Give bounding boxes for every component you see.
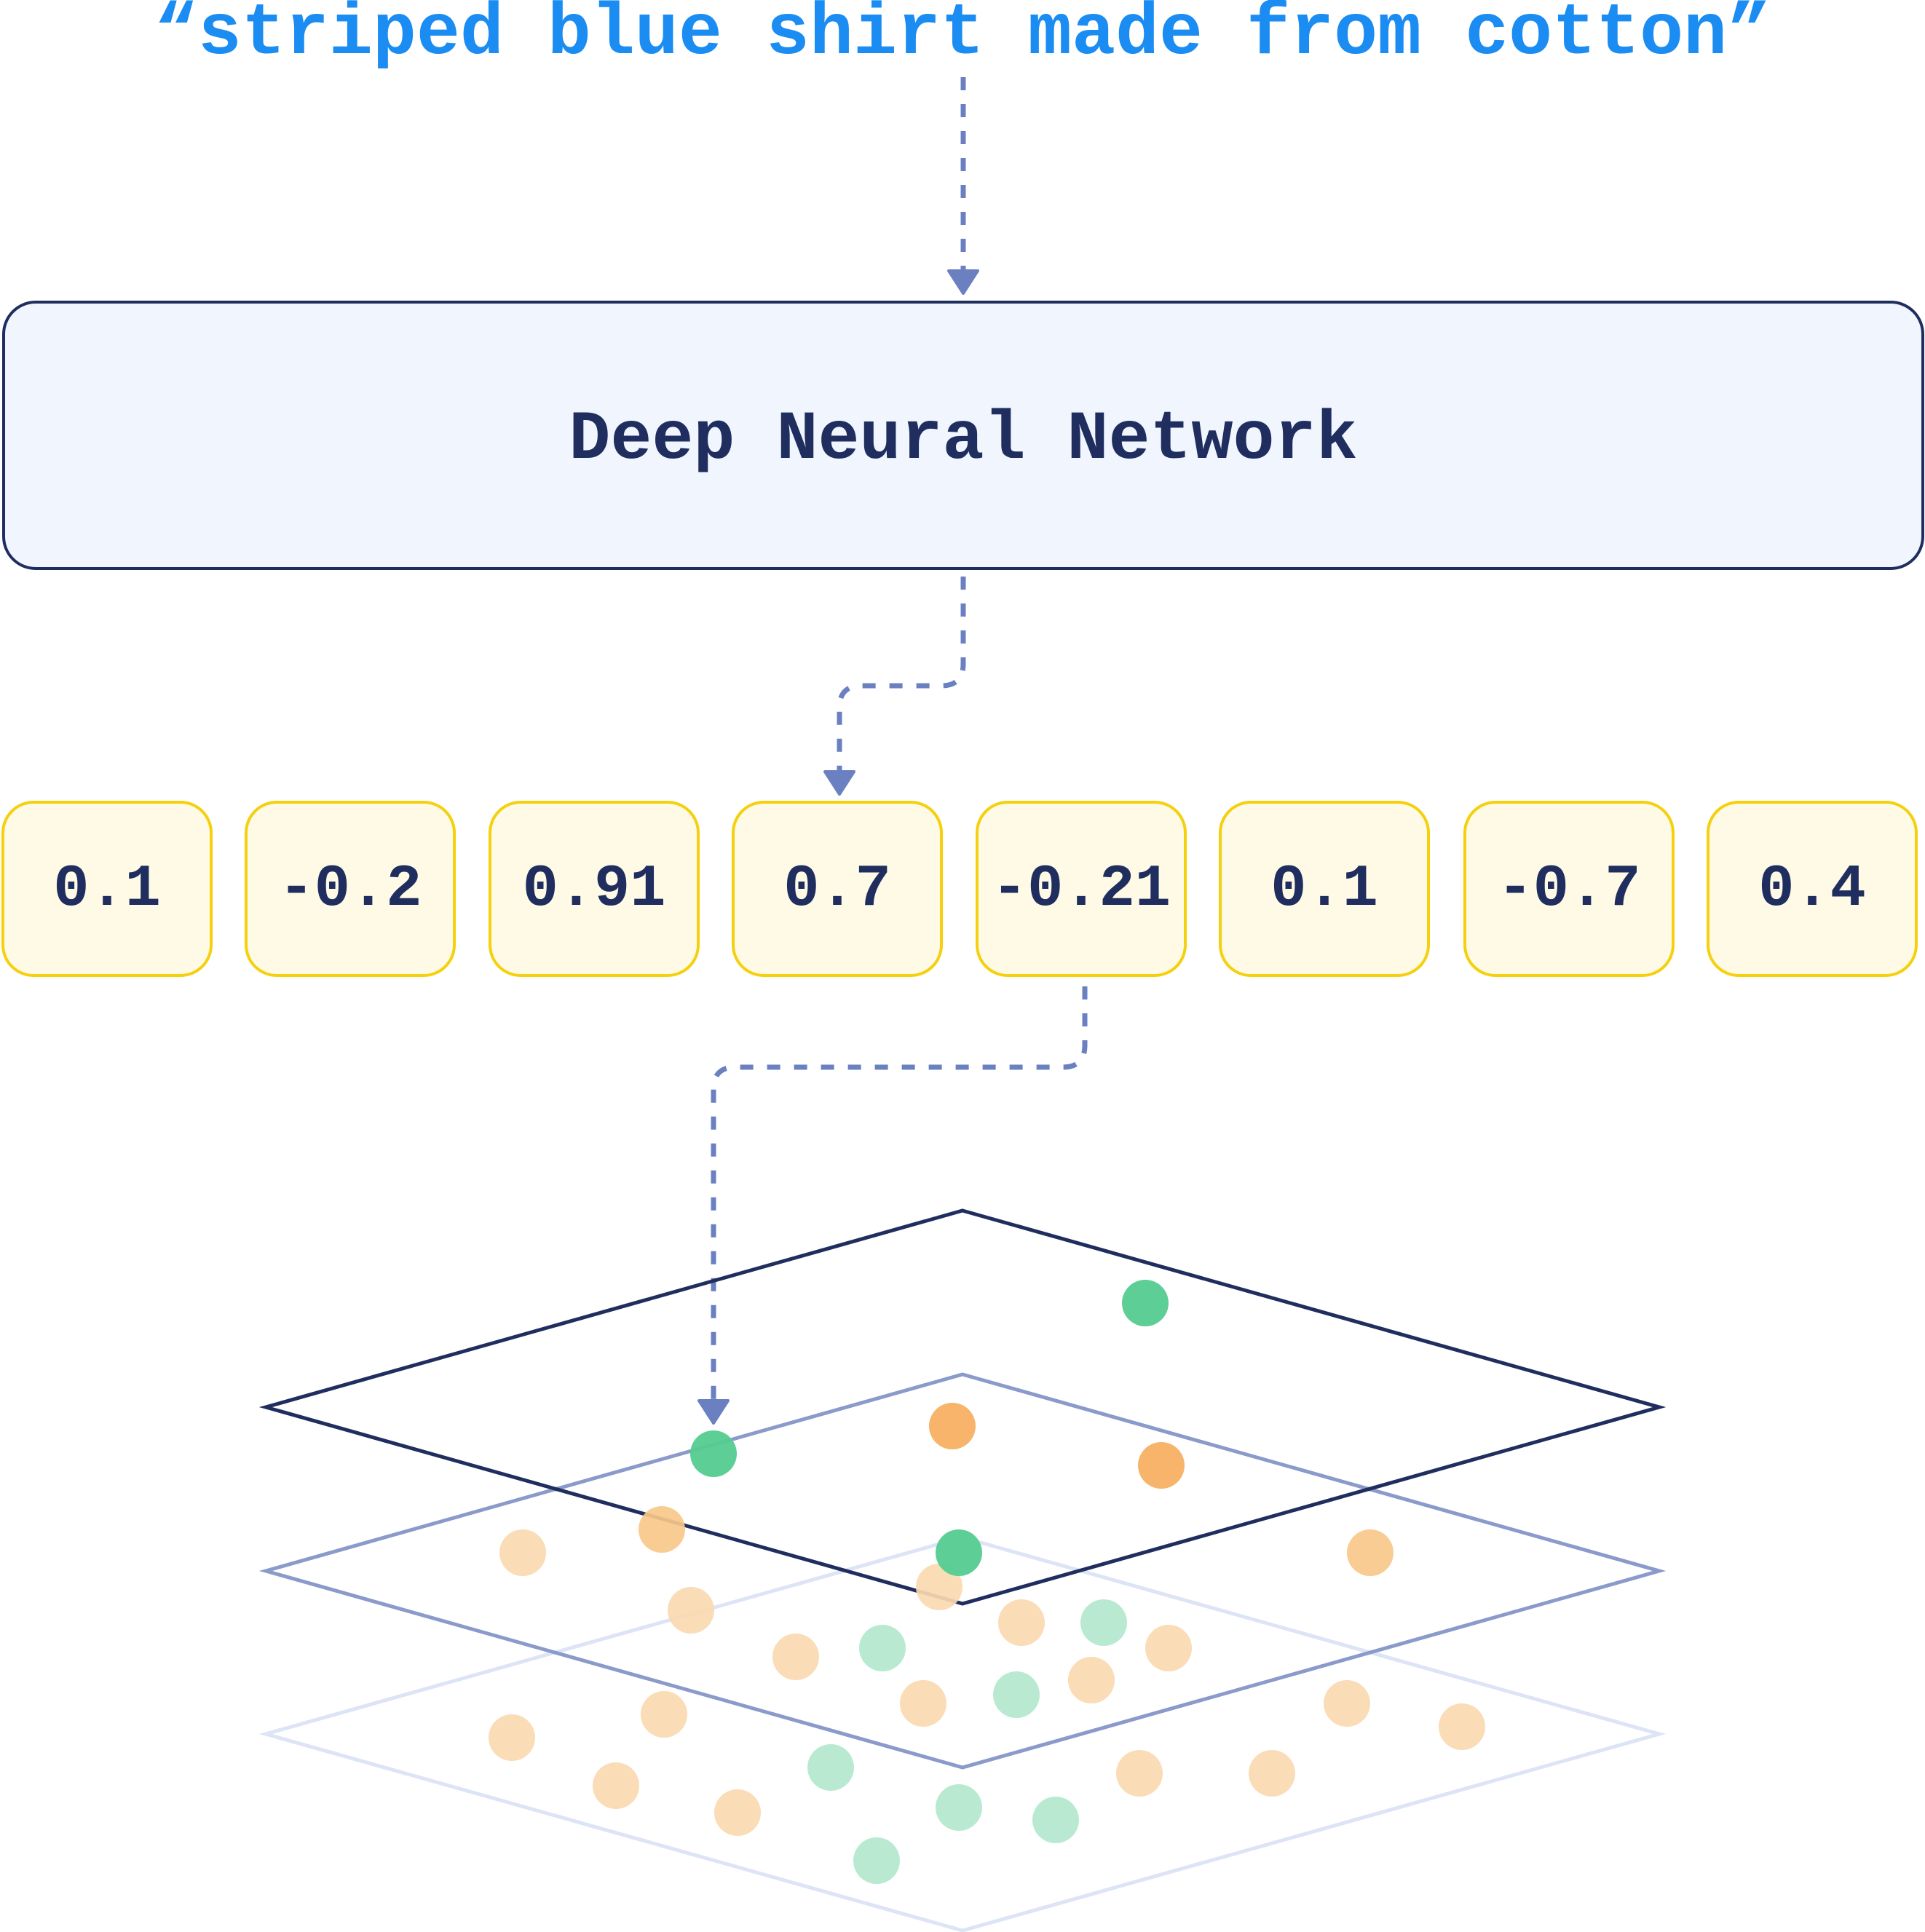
arrow-model-to-embedding xyxy=(837,577,966,770)
vector-space-points xyxy=(489,1280,1485,1884)
data-point-orange xyxy=(499,1529,546,1576)
data-point-orange xyxy=(1324,1680,1370,1727)
data-point-orange xyxy=(668,1587,714,1634)
data-point-orange xyxy=(593,1762,639,1809)
data-point-orange xyxy=(1347,1529,1394,1576)
data-point-orange xyxy=(1145,1625,1192,1671)
data-point-green xyxy=(859,1625,906,1671)
arrowhead-icon xyxy=(697,1399,730,1425)
data-point-green xyxy=(993,1671,1040,1718)
data-point-orange xyxy=(1138,1442,1185,1489)
query-point-green xyxy=(690,1430,737,1477)
data-point-green xyxy=(807,1744,854,1791)
arrow-embedding-to-space xyxy=(711,986,1088,1399)
data-point-orange xyxy=(714,1789,761,1836)
data-point-orange xyxy=(1116,1750,1163,1797)
data-point-orange xyxy=(929,1403,976,1449)
arrowhead-icon xyxy=(947,269,979,295)
arrowhead-icon xyxy=(823,770,855,796)
data-point-green xyxy=(1080,1599,1127,1646)
data-point-orange xyxy=(900,1680,946,1727)
data-point-green xyxy=(936,1529,982,1576)
data-point-green xyxy=(853,1837,900,1884)
data-point-green xyxy=(936,1784,982,1831)
data-point-green xyxy=(1122,1280,1169,1326)
data-point-orange xyxy=(639,1506,685,1553)
data-point-orange xyxy=(489,1714,535,1761)
data-point-orange xyxy=(1439,1703,1485,1750)
data-point-orange xyxy=(998,1599,1045,1646)
data-point-green xyxy=(1032,1797,1079,1843)
data-point-orange xyxy=(1249,1750,1295,1797)
data-point-orange xyxy=(1068,1657,1115,1703)
data-point-orange xyxy=(641,1691,687,1738)
diagram-canvas xyxy=(258,77,1667,1932)
data-point-orange xyxy=(772,1634,819,1680)
